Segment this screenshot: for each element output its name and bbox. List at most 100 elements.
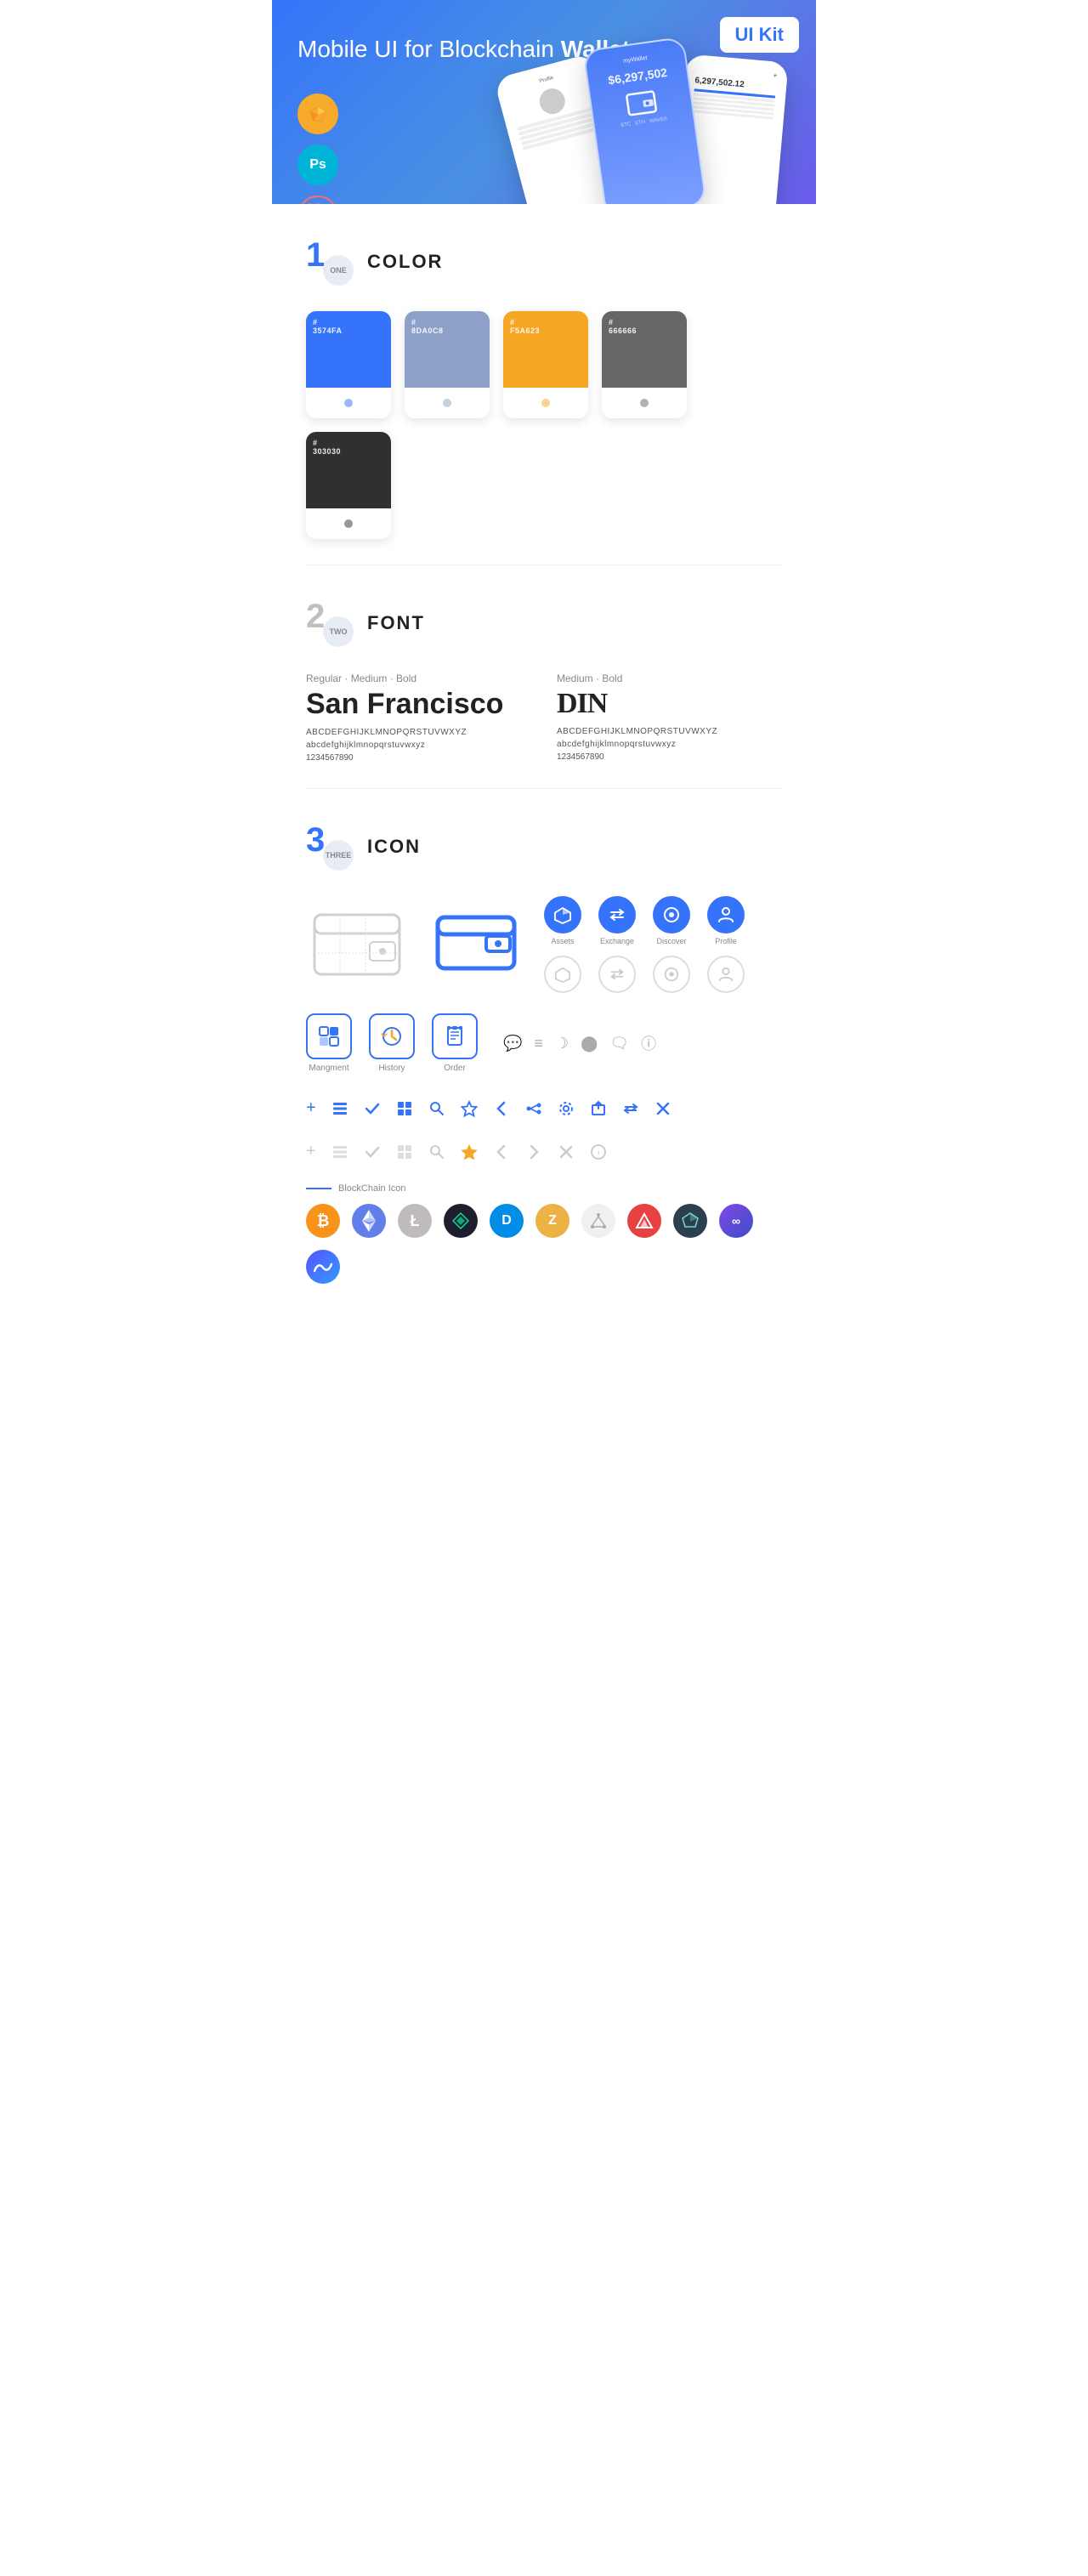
wallet-grid-icon <box>306 906 408 983</box>
close-icon[interactable] <box>654 1100 672 1117</box>
assets-icon[interactable] <box>544 896 581 933</box>
crystal-icon <box>673 1204 707 1238</box>
font-block-din: Medium · Bold DIN ABCDEFGHIJKLMNOPQRSTUV… <box>557 672 782 763</box>
swap-icon[interactable] <box>622 1100 639 1117</box>
exchange-icon-svg <box>608 905 626 924</box>
color-section-title: COLOR <box>367 251 443 273</box>
font-section: 2 TWO FONT Regular · Medium · Bold San F… <box>272 565 816 788</box>
discover-icon-outline <box>653 956 690 993</box>
font-section-number: 2 TWO <box>306 599 354 647</box>
order-icon-item: Order <box>432 1013 478 1073</box>
color-swatches: #3574FA #8DA0C8 #F5A623 #666666 #303030 <box>306 311 782 539</box>
litecoin-icon: Ł <box>398 1204 432 1238</box>
avalanche-icon <box>627 1204 661 1238</box>
ethereum-icon <box>352 1204 386 1238</box>
color-section: 1 ONE COLOR #3574FA #8DA0C8 #F5A623 #666… <box>272 204 816 565</box>
settings-icon[interactable] <box>558 1100 575 1117</box>
grid-icon-gray <box>396 1143 413 1160</box>
wallet-blue-svg <box>434 909 518 977</box>
layers-icon: ≡ <box>534 1035 543 1053</box>
star-icon[interactable] <box>461 1100 478 1117</box>
iota-icon <box>581 1204 615 1238</box>
swatch-gray-blue: #8DA0C8 <box>405 311 490 418</box>
icon-section-header: 3 THREE ICON <box>306 823 782 871</box>
toolbar-icons-row-gray: + i <box>306 1137 782 1166</box>
wallet-blue-icon <box>434 909 518 981</box>
chat-icon: 💬 <box>503 1035 522 1053</box>
profile-icon-outline <box>707 956 745 993</box>
phone-center: myWallet $6,297,502 BTC ETH WAVES <box>582 37 707 204</box>
back-icon-gray <box>493 1143 510 1160</box>
history-icon-item: History <box>369 1013 415 1073</box>
profile-icon[interactable] <box>707 896 745 933</box>
exchange-icon-outline <box>598 956 636 993</box>
discover-icon-item: Discover <box>653 896 690 945</box>
search-icon[interactable] <box>428 1100 445 1117</box>
swatch-orange: #F5A623 <box>503 311 588 418</box>
management-icon-item: Mangment <box>306 1013 352 1073</box>
add-icon[interactable]: + <box>306 1098 316 1118</box>
star-icon-orange <box>461 1143 478 1160</box>
blockchain-label: BlockChain Icon <box>306 1183 782 1194</box>
zcash-icon: Z <box>536 1204 570 1238</box>
order-icon[interactable] <box>432 1013 478 1059</box>
font-section-title: FONT <box>367 612 425 634</box>
nav-icons-col: Assets Exchange <box>544 896 745 993</box>
icon-section-circle: THREE <box>323 840 354 871</box>
share-icon[interactable] <box>525 1100 542 1117</box>
swatch-dark: #303030 <box>306 432 391 539</box>
color-section-circle: ONE <box>323 255 354 286</box>
add-icon-gray: + <box>306 1142 316 1161</box>
ui-kit-badge: UI Kit <box>720 17 799 53</box>
exchange-icon-item: Exchange <box>598 896 636 945</box>
check-icon-gray <box>364 1143 381 1160</box>
management-icon[interactable] <box>306 1013 352 1059</box>
font-grid: Regular · Medium · Bold San Francisco AB… <box>306 672 782 763</box>
font-block-sf: Regular · Medium · Bold San Francisco AB… <box>306 672 531 763</box>
export-icon[interactable] <box>590 1100 607 1117</box>
assets-icon-svg <box>553 905 572 924</box>
blockchain-line <box>306 1188 332 1189</box>
hero-badges: Ps 60+ Screens <box>298 94 338 204</box>
list-icon[interactable] <box>332 1100 348 1117</box>
check-icon[interactable] <box>364 1100 381 1117</box>
grid-icon[interactable] <box>396 1100 413 1117</box>
history-icon[interactable] <box>369 1013 415 1059</box>
crypto-icons-row: ₿ Ł D Z <box>306 1204 782 1284</box>
hero-section: Mobile UI for Blockchain Wallet UI Kit P… <box>272 0 816 204</box>
sketch-icon <box>308 104 328 124</box>
neo-icon <box>444 1204 478 1238</box>
misc-icons-row: 💬 ≡ ☽ ⬤ 🗨 ⓘ <box>503 1032 656 1054</box>
list-icon-gray <box>332 1143 348 1160</box>
search-icon-gray <box>428 1143 445 1160</box>
swatch-blue: #3574FA <box>306 311 391 418</box>
profile-icon-svg <box>717 905 735 924</box>
dash-icon: D <box>490 1204 524 1238</box>
screens-badge: 60+ Screens <box>298 196 338 204</box>
ps-badge: Ps <box>298 145 338 185</box>
message-icon: 🗨 <box>609 1035 629 1053</box>
discover-icon[interactable] <box>653 896 690 933</box>
close-icon-gray <box>558 1143 575 1160</box>
exchange-icon[interactable] <box>598 896 636 933</box>
swatch-gray: #666666 <box>602 311 687 418</box>
toolbar-icons-row-blue: + <box>306 1090 782 1126</box>
matic-icon: ∞ <box>719 1204 753 1238</box>
sketch-badge <box>298 94 338 134</box>
moon-icon: ☽ <box>555 1035 569 1053</box>
forward-icon-gray <box>525 1143 542 1160</box>
bitcoin-icon: ₿ <box>306 1204 340 1238</box>
icon-section-title: ICON <box>367 836 421 858</box>
wallet-outline-svg <box>306 906 408 983</box>
waves-icon <box>306 1250 340 1284</box>
app-icons-row: Mangment History <box>306 1013 782 1073</box>
assets-icon-outline <box>544 956 581 993</box>
color-section-number: 1 ONE <box>306 238 354 286</box>
profile-icon-item: Profile <box>707 896 745 945</box>
back-icon[interactable] <box>493 1100 510 1117</box>
font-section-header: 2 TWO FONT <box>306 599 782 647</box>
info-icon-gray: i <box>590 1143 607 1160</box>
icon-main-row: Assets Exchange <box>306 896 782 993</box>
color-section-header: 1 ONE COLOR <box>306 238 782 286</box>
icon-section: 3 THREE ICON <box>272 789 816 1309</box>
